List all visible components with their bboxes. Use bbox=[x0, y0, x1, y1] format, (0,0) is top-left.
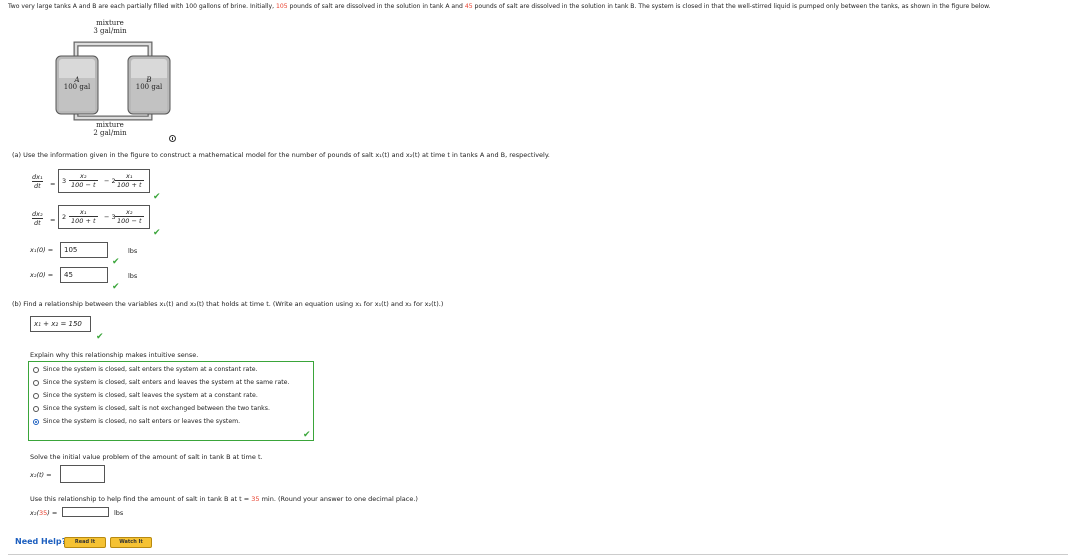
watch-it-button[interactable]: Watch It bbox=[110, 537, 152, 548]
radio-4[interactable] bbox=[33, 405, 39, 412]
explain-check-icon: ✔ bbox=[303, 430, 311, 440]
x235-label-2: ) = bbox=[47, 509, 58, 517]
intro-text-1: Two very large tanks A and B are each pa… bbox=[8, 3, 276, 10]
eq2-term2-den: 100 − t bbox=[115, 216, 144, 225]
eq2-term1-den: 100 + t bbox=[69, 216, 98, 225]
radio-1[interactable] bbox=[33, 366, 39, 373]
salt-a-value: 105 bbox=[275, 3, 288, 10]
option-3[interactable]: Since the system is closed, salt leaves … bbox=[33, 392, 258, 399]
eq1-check-icon: ✔ bbox=[153, 192, 161, 202]
ic1-label: x₁(0) = bbox=[30, 246, 54, 254]
use-prompt-1: Use this relationship to help find the a… bbox=[30, 495, 252, 503]
intro-text-2: pounds of salt are dissolved in the solu… bbox=[287, 3, 465, 10]
eq2-lhs: dx₂ dt bbox=[30, 210, 45, 227]
ic2-unit: lbs bbox=[128, 272, 138, 280]
x235-label-1: x₂( bbox=[30, 509, 39, 517]
explain-prompt: Explain why this relationship makes intu… bbox=[30, 351, 199, 359]
x235-input[interactable] bbox=[62, 507, 109, 517]
bottom-flow-label-line1: mixture bbox=[96, 121, 124, 129]
eq2-operator: − 3 bbox=[104, 213, 116, 221]
eq1-operator: − 2 bbox=[104, 177, 116, 185]
option-3-label: Since the system is closed, salt leaves … bbox=[43, 392, 258, 399]
tanks-figure: mixture 3 gal/min A 100 gal B 100 gal mi… bbox=[50, 18, 180, 140]
eq2-term2: x₂ 100 − t bbox=[115, 208, 144, 225]
part-a-prompt: (a) Use the information given in the fig… bbox=[12, 151, 550, 159]
eq2-term1-num: x₁ bbox=[80, 208, 87, 216]
need-help-label: Need Help? bbox=[15, 537, 67, 546]
x235-unit: lbs bbox=[114, 509, 124, 517]
x235-label: x₂(35) = bbox=[30, 509, 57, 517]
eq2-term2-num: x₂ bbox=[126, 208, 133, 216]
eq1-lhs-den: dt bbox=[31, 181, 43, 190]
ic1-unit: lbs bbox=[128, 247, 138, 255]
radio-5-selected[interactable] bbox=[33, 418, 39, 425]
salt-b-value: 45 bbox=[464, 3, 473, 10]
eq2-coef1: 2 bbox=[62, 213, 67, 221]
eq1-answer-box[interactable]: 3 x₂ 100 − t − 2 x₁ 100 + t bbox=[58, 169, 150, 193]
eq1-lhs: dx₁ dt bbox=[30, 173, 45, 190]
ic2-input[interactable]: 45 bbox=[60, 267, 108, 283]
eq1-term2: x₁ 100 + t bbox=[115, 172, 144, 189]
eq1-term2-num: x₁ bbox=[126, 172, 133, 180]
use-prompt: Use this relationship to help find the a… bbox=[30, 495, 418, 503]
bottom-flow-label: mixture 2 gal/min bbox=[90, 121, 130, 137]
read-it-button[interactable]: Read It bbox=[64, 537, 106, 548]
eq1-term1: x₂ 100 − t bbox=[69, 172, 98, 189]
eq1-equals: = bbox=[50, 180, 56, 188]
ic1-check-icon: ✔ bbox=[112, 257, 120, 267]
tank-b-volume: 100 gal bbox=[135, 83, 163, 91]
eq2-term1: x₁ 100 + t bbox=[69, 208, 98, 225]
ic1-input[interactable]: 105 bbox=[60, 242, 108, 258]
explain-options-box bbox=[28, 361, 314, 441]
relation-input[interactable]: x₁ + x₂ = 150 bbox=[30, 316, 91, 332]
x2t-label: x₂(t) = bbox=[30, 471, 52, 479]
ic2-check-icon: ✔ bbox=[112, 282, 120, 292]
radio-3[interactable] bbox=[33, 392, 39, 399]
option-4[interactable]: Since the system is closed, salt is not … bbox=[33, 405, 270, 412]
eq1-term2-den: 100 + t bbox=[115, 180, 144, 189]
bottom-flow-label-line2: 2 gal/min bbox=[93, 129, 127, 137]
eq2-equals: = bbox=[50, 216, 56, 224]
ivp-prompt: Solve the initial value problem of the a… bbox=[30, 453, 263, 461]
eq2-check-icon: ✔ bbox=[153, 228, 161, 238]
relation-check-icon: ✔ bbox=[96, 332, 104, 342]
option-1-label: Since the system is closed, salt enters … bbox=[43, 366, 258, 373]
eq1-term1-num: x₂ bbox=[80, 172, 87, 180]
ic2-label: x₂(0) = bbox=[30, 271, 54, 279]
eq1-coef1: 3 bbox=[62, 177, 67, 185]
eq2-lhs-num: dx₂ bbox=[32, 210, 43, 218]
option-4-label: Since the system is closed, salt is not … bbox=[43, 405, 270, 412]
radio-2[interactable] bbox=[33, 379, 39, 386]
eq2-lhs-den: dt bbox=[31, 218, 43, 227]
option-5-label: Since the system is closed, no salt ente… bbox=[43, 418, 241, 425]
eq2-answer-box[interactable]: 2 x₁ 100 + t − 3 x₂ 100 − t bbox=[58, 205, 150, 229]
x2t-input[interactable] bbox=[60, 465, 105, 483]
use-t-value: 35 bbox=[251, 495, 260, 503]
option-1[interactable]: Since the system is closed, salt enters … bbox=[33, 366, 258, 373]
intro-text-3: pounds of salt are dissolved in the solu… bbox=[472, 3, 991, 10]
part-b-prompt: (b) Find a relationship between the vari… bbox=[12, 300, 444, 308]
eq1-term1-den: 100 − t bbox=[69, 180, 98, 189]
info-icon[interactable] bbox=[169, 135, 176, 142]
option-2[interactable]: Since the system is closed, salt enters … bbox=[33, 379, 289, 386]
option-5[interactable]: Since the system is closed, no salt ente… bbox=[33, 418, 240, 425]
bottom-divider bbox=[8, 554, 1068, 555]
use-prompt-2: min. (Round your answer to one decimal p… bbox=[259, 495, 418, 503]
tank-a-volume: 100 gal bbox=[63, 83, 91, 91]
eq1-lhs-num: dx₁ bbox=[32, 173, 43, 181]
problem-intro: Two very large tanks A and B are each pa… bbox=[8, 3, 1073, 10]
option-2-label: Since the system is closed, salt enters … bbox=[43, 379, 290, 386]
